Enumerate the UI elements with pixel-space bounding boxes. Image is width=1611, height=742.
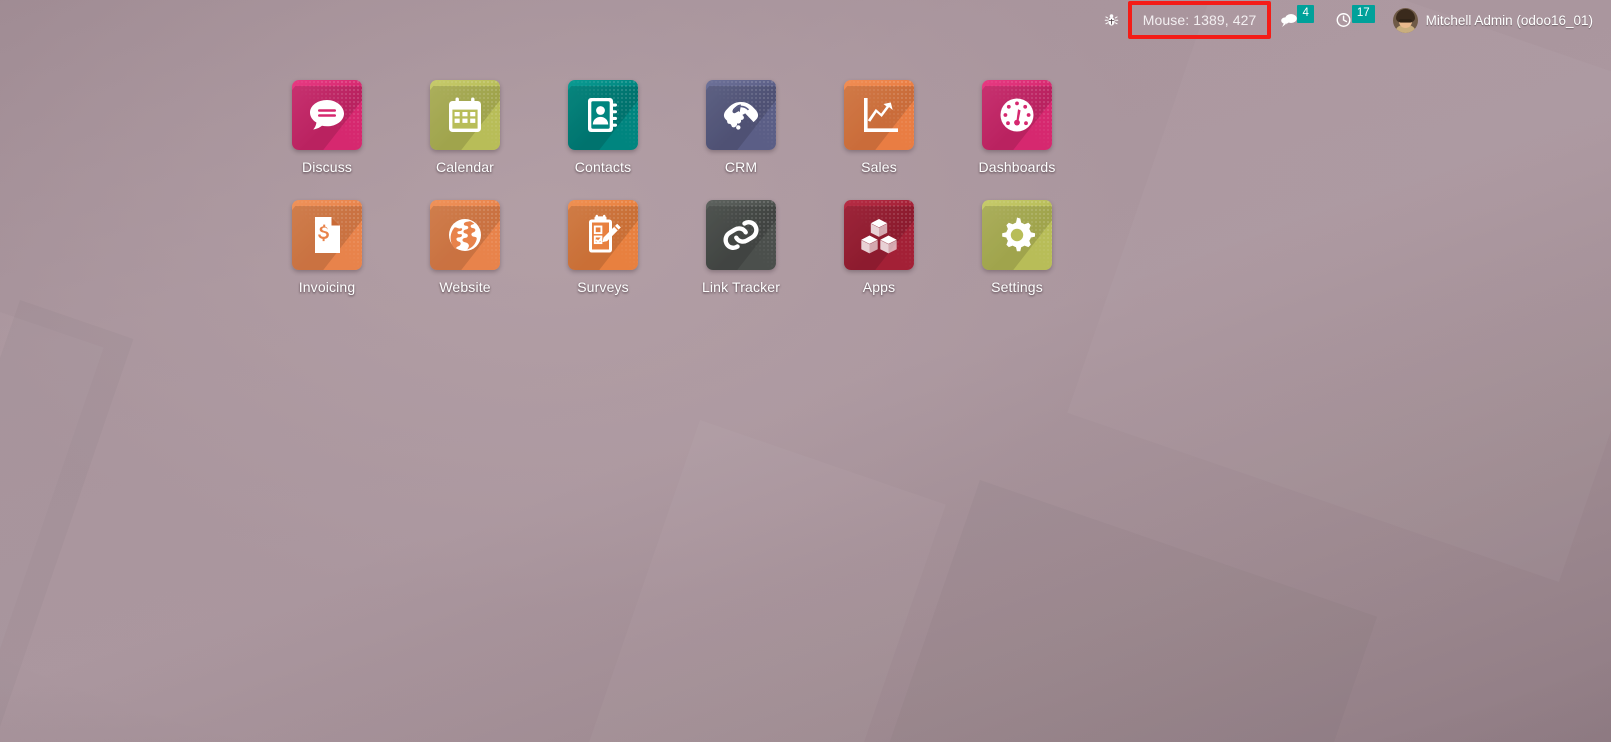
tile-glyph xyxy=(995,93,1039,137)
line-chart-icon[interactable] xyxy=(844,80,914,150)
invoice-dollar-icon[interactable] xyxy=(292,200,362,270)
gear-icon[interactable] xyxy=(982,200,1052,270)
app-label: Settings xyxy=(991,279,1043,295)
tile-glyph xyxy=(718,92,764,138)
app-item-surveys[interactable]: Surveys xyxy=(534,200,672,320)
speech-bubble-icon[interactable] xyxy=(292,80,362,150)
app-item-apps[interactable]: Apps xyxy=(810,200,948,320)
user-name-label: Mitchell Admin (odoo16_01) xyxy=(1425,12,1593,28)
app-item-crm[interactable]: CRM xyxy=(672,80,810,200)
tile-glyph xyxy=(718,212,764,258)
app-item-website[interactable]: Website xyxy=(396,200,534,320)
app-item-calendar[interactable]: Calendar xyxy=(396,80,534,200)
app-item-dashboards[interactable]: Dashboards xyxy=(948,80,1086,200)
tile-glyph xyxy=(581,93,625,137)
cubes-icon[interactable] xyxy=(844,200,914,270)
mouse-coordinates-indicator: Mouse: 1389, 427 xyxy=(1127,1,1272,39)
app-label: Sales xyxy=(861,159,897,175)
app-item-discuss[interactable]: Discuss xyxy=(258,80,396,200)
messaging-counter-badge: 4 xyxy=(1297,4,1314,24)
app-label: Calendar xyxy=(435,159,494,175)
app-label: Apps xyxy=(862,279,896,295)
activities-menu[interactable]: 17 xyxy=(1326,0,1387,40)
user-menu[interactable]: Mitchell Admin (odoo16_01) xyxy=(1387,0,1601,40)
app-label: Discuss xyxy=(301,159,353,175)
activities-counter-badge: 17 xyxy=(1351,4,1375,24)
app-item-sales[interactable]: Sales xyxy=(810,80,948,200)
app-label: Website xyxy=(439,279,491,295)
chain-link-icon[interactable] xyxy=(706,200,776,270)
app-label: Dashboards xyxy=(978,159,1056,175)
address-book-icon[interactable] xyxy=(568,80,638,150)
handshake-icon[interactable] xyxy=(706,80,776,150)
app-item-contacts[interactable]: Contacts xyxy=(534,80,672,200)
tile-glyph xyxy=(857,93,901,137)
tile-glyph xyxy=(581,213,625,257)
top-navbar: Mouse: 1389, 427 4 17 Mitchell Admin (od… xyxy=(0,0,1611,40)
avatar xyxy=(1392,7,1418,33)
gauge-icon[interactable] xyxy=(982,80,1052,150)
app-item-invoicing[interactable]: Invoicing xyxy=(258,200,396,320)
app-label: Link Tracker xyxy=(701,279,781,295)
app-item-link-tracker[interactable]: Link Tracker xyxy=(672,200,810,320)
calendar-icon[interactable] xyxy=(430,80,500,150)
tile-glyph xyxy=(995,213,1039,257)
app-label: Surveys xyxy=(577,279,629,295)
tile-glyph xyxy=(305,93,349,137)
app-label: Contacts xyxy=(574,159,632,175)
app-item-settings[interactable]: Settings xyxy=(948,200,1086,320)
tile-glyph xyxy=(443,93,487,137)
tile-glyph xyxy=(305,213,349,257)
messaging-menu[interactable]: 4 xyxy=(1271,0,1325,40)
app-label: CRM xyxy=(724,159,758,175)
tile-glyph xyxy=(443,213,487,257)
tile-glyph xyxy=(857,213,901,257)
globe-icon[interactable] xyxy=(430,200,500,270)
app-label: Invoicing xyxy=(298,279,356,295)
bug-icon[interactable] xyxy=(1098,0,1127,40)
app-grid: Discuss Calendar Contacts CRM Sales Dash… xyxy=(258,80,1086,320)
clipboard-pencil-icon[interactable] xyxy=(568,200,638,270)
